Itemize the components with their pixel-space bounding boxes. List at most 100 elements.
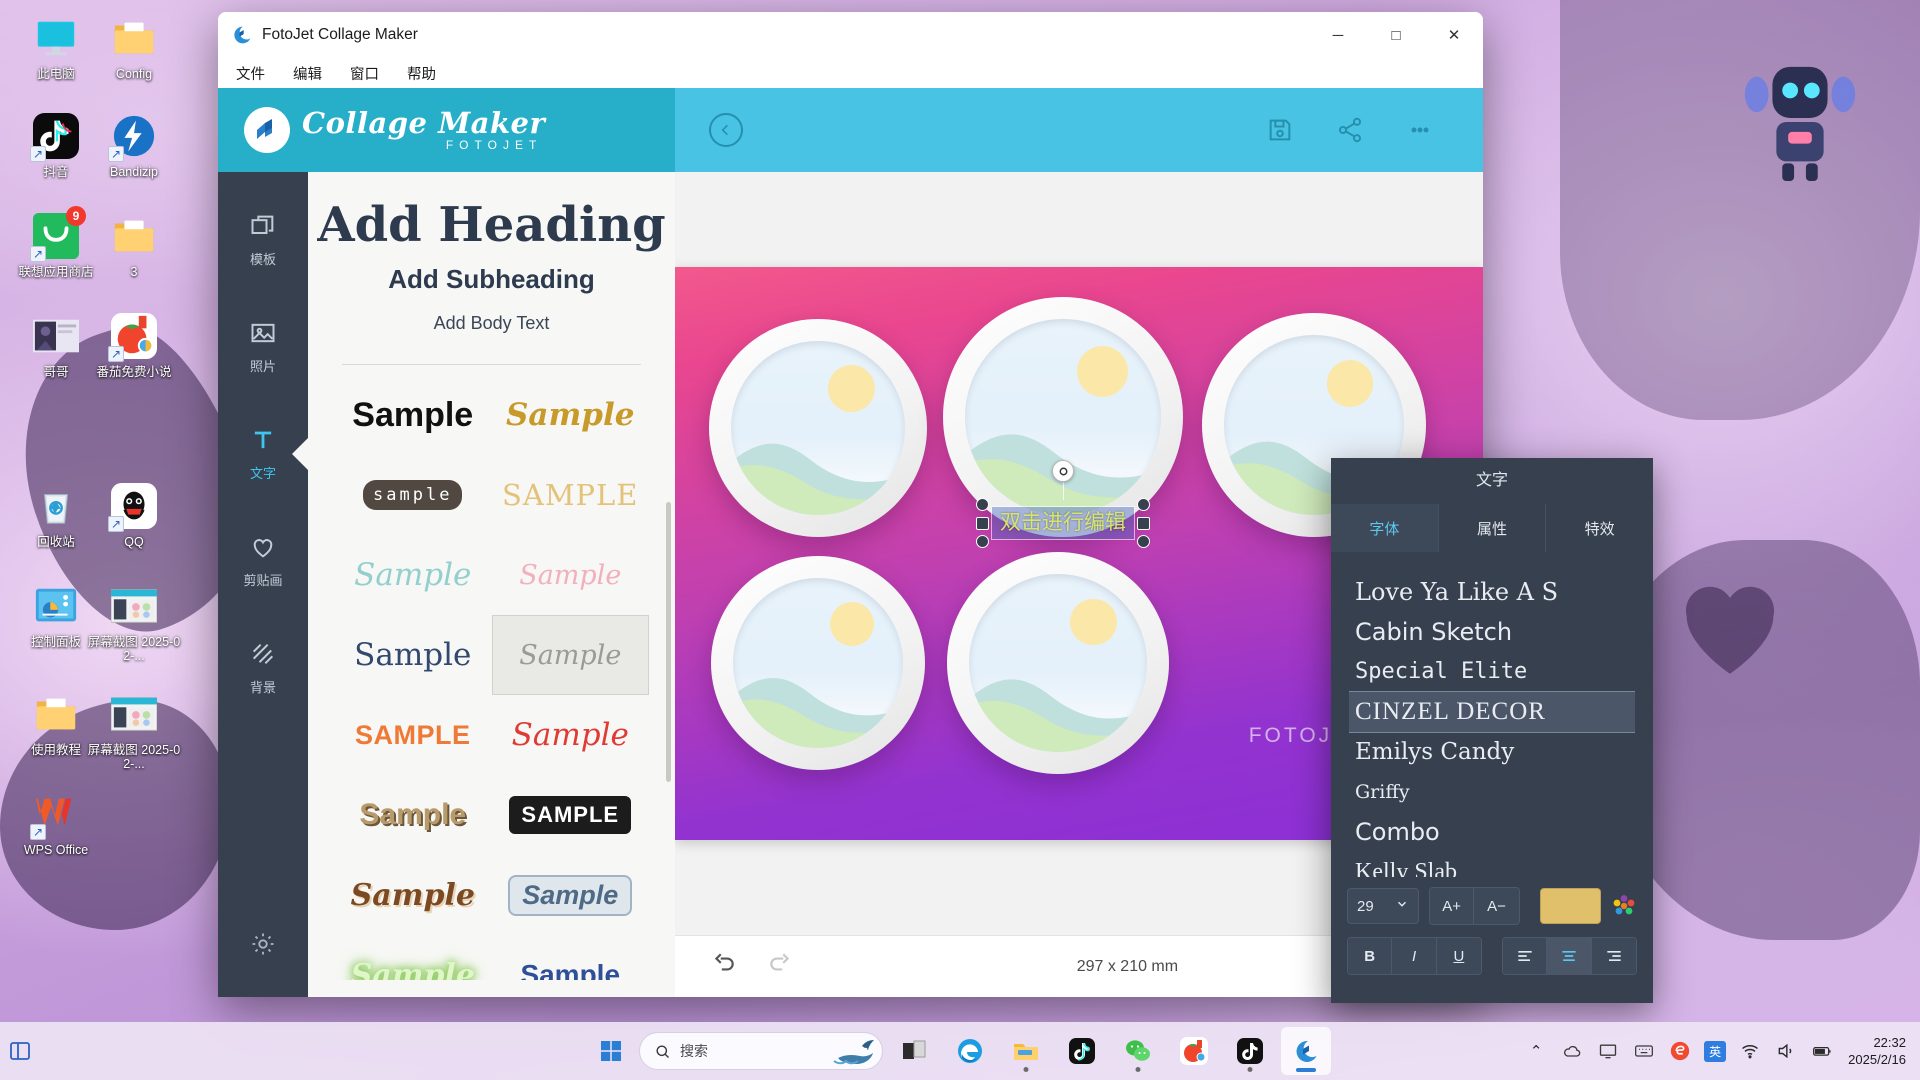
- resize-handle-l[interactable]: [976, 517, 989, 530]
- photo-frame[interactable]: [709, 319, 927, 537]
- taskbar-tomato-novel[interactable]: [1169, 1027, 1219, 1075]
- font-sample-10[interactable]: Sample: [492, 695, 650, 775]
- resize-handle-br[interactable]: [1137, 535, 1150, 548]
- sidebar-item-templates[interactable]: 模板: [218, 198, 308, 281]
- display-icon[interactable]: [1596, 1039, 1620, 1063]
- window-titlebar[interactable]: FotoJet Collage Maker ─ □ ✕: [218, 12, 1483, 58]
- increase-font-button[interactable]: A+: [1429, 888, 1475, 924]
- font-list-item-8[interactable]: Kelly Slab: [1349, 852, 1635, 877]
- desktop-icon-10[interactable]: ↗ QQ: [86, 482, 182, 549]
- desktop-icon-15[interactable]: ↗ WPS Office: [8, 790, 104, 857]
- close-button[interactable]: ✕: [1425, 12, 1483, 58]
- panel-scrollbar[interactable]: [666, 502, 671, 782]
- onedrive-icon[interactable]: [1560, 1039, 1584, 1063]
- decrease-font-button[interactable]: A−: [1474, 888, 1519, 924]
- taskbar-file-explorer[interactable]: [1001, 1027, 1051, 1075]
- sogou-icon[interactable]: [1668, 1039, 1692, 1063]
- battery-icon[interactable]: [1810, 1039, 1834, 1063]
- font-sample-4[interactable]: SAMPLE: [492, 455, 650, 535]
- selected-text-object[interactable]: 双击进行编辑: [976, 460, 1150, 548]
- wifi-icon[interactable]: [1738, 1039, 1762, 1063]
- back-button[interactable]: [709, 113, 743, 147]
- desktop-icon-8[interactable]: ↗ 番茄免费小说: [86, 312, 182, 379]
- start-button[interactable]: [589, 1029, 633, 1073]
- share-button[interactable]: [1315, 116, 1385, 144]
- font-size-select[interactable]: 29: [1347, 888, 1419, 924]
- search-input[interactable]: 搜索: [639, 1032, 883, 1070]
- resize-handle-tl[interactable]: [976, 498, 989, 511]
- underline-button[interactable]: U: [1436, 938, 1481, 974]
- sidebar-item-clipart[interactable]: 剪贴画: [218, 519, 308, 602]
- desktop-icon-6[interactable]: 3: [86, 212, 182, 279]
- desktop-icon-12[interactable]: 屏幕截图 2025-02-...: [86, 582, 182, 663]
- font-sample-5[interactable]: Sample: [334, 535, 492, 615]
- desktop-icon-14[interactable]: 屏幕截图 2025-02-...: [86, 690, 182, 771]
- align-left-button[interactable]: [1503, 938, 1548, 974]
- taskbar-douyin[interactable]: [1057, 1027, 1107, 1075]
- resize-handle-tr[interactable]: [1137, 498, 1150, 511]
- tab-effects[interactable]: 特效: [1546, 504, 1653, 552]
- menu-item-help[interactable]: 帮助: [403, 61, 440, 86]
- tab-font[interactable]: 字体: [1331, 504, 1439, 552]
- align-center-button[interactable]: [1547, 938, 1592, 974]
- tab-properties[interactable]: 属性: [1439, 504, 1547, 552]
- menu-item-edit[interactable]: 编辑: [289, 61, 326, 86]
- font-list-item-2[interactable]: Cabin Sketch: [1349, 612, 1635, 652]
- taskbar-clock[interactable]: 22:32 2025/2/16: [1848, 1034, 1906, 1068]
- font-list-item-5[interactable]: Emilys Candy: [1349, 732, 1635, 772]
- font-sample-7[interactable]: Sample: [334, 615, 492, 695]
- sidebar-item-background[interactable]: 背景: [218, 626, 308, 709]
- taskbar-wechat[interactable]: [1113, 1027, 1163, 1075]
- taskbar-task-view[interactable]: [889, 1027, 939, 1075]
- font-sample-3[interactable]: sample: [334, 455, 492, 535]
- add-subheading-preset[interactable]: Add Subheading: [308, 264, 675, 295]
- taskbar-tiktok[interactable]: [1225, 1027, 1275, 1075]
- font-sample-9[interactable]: SAMPLE: [334, 695, 492, 775]
- font-sample-12[interactable]: SAMPLE: [492, 775, 650, 855]
- font-list-item-1[interactable]: Love Ya Like A S: [1349, 572, 1635, 612]
- redo-button[interactable]: [767, 951, 793, 982]
- volume-icon[interactable]: [1774, 1039, 1798, 1063]
- bold-button[interactable]: B: [1348, 938, 1393, 974]
- photo-frame[interactable]: [947, 552, 1169, 774]
- desktop-icon-2[interactable]: Config: [86, 14, 182, 81]
- taskbar-edge[interactable]: [945, 1027, 995, 1075]
- settings-button[interactable]: [249, 930, 277, 963]
- font-sample-11[interactable]: Sample: [334, 775, 492, 855]
- resize-handle-r[interactable]: [1137, 517, 1150, 530]
- resize-handle-bl[interactable]: [976, 535, 989, 548]
- menu-item-window[interactable]: 窗口: [346, 61, 383, 86]
- ime-indicator[interactable]: 英: [1704, 1040, 1727, 1062]
- sidebar-item-text[interactable]: 文字: [218, 412, 308, 495]
- undo-button[interactable]: [711, 951, 737, 982]
- save-button[interactable]: [1245, 116, 1315, 144]
- color-picker-icon[interactable]: [1611, 893, 1637, 919]
- font-sample-15[interactable]: Sample: [334, 935, 492, 981]
- photo-frame[interactable]: [711, 556, 925, 770]
- keyboard-icon[interactable]: [1632, 1039, 1656, 1063]
- minimize-button[interactable]: ─: [1309, 12, 1367, 58]
- tray-expand-button[interactable]: ⌃: [1524, 1039, 1548, 1063]
- font-list-item-4[interactable]: CINZEL DECOR: [1349, 691, 1635, 733]
- italic-button[interactable]: I: [1392, 938, 1437, 974]
- font-list-item-7[interactable]: Combo: [1349, 812, 1635, 852]
- sidebar-item-photos[interactable]: 照片: [218, 305, 308, 388]
- font-list-item-3[interactable]: Special Elite: [1349, 652, 1635, 692]
- font-sample-6[interactable]: Sample: [492, 535, 650, 615]
- font-sample-8[interactable]: Sample: [491, 615, 649, 695]
- font-sample-14[interactable]: Sample: [492, 855, 650, 935]
- add-heading-preset[interactable]: Add Heading: [308, 196, 675, 254]
- widgets-button[interactable]: [0, 1039, 40, 1063]
- font-sample-2[interactable]: Sample: [492, 375, 650, 455]
- font-sample-1[interactable]: Sample: [334, 375, 492, 455]
- font-list[interactable]: Love Ya Like A S Cabin Sketch Special Elit…: [1349, 572, 1635, 877]
- align-right-button[interactable]: [1591, 938, 1636, 974]
- rotate-handle[interactable]: [1052, 460, 1074, 482]
- text-object-content[interactable]: 双击进行编辑: [991, 506, 1135, 540]
- font-list-item-6[interactable]: Griffy: [1349, 772, 1635, 812]
- maximize-button[interactable]: □: [1367, 12, 1425, 58]
- text-color-swatch[interactable]: [1539, 888, 1602, 924]
- font-sample-16[interactable]: Sample: [492, 935, 650, 980]
- desktop-icon-4[interactable]: ↗ Bandizip: [86, 112, 182, 179]
- more-button[interactable]: [1385, 115, 1455, 145]
